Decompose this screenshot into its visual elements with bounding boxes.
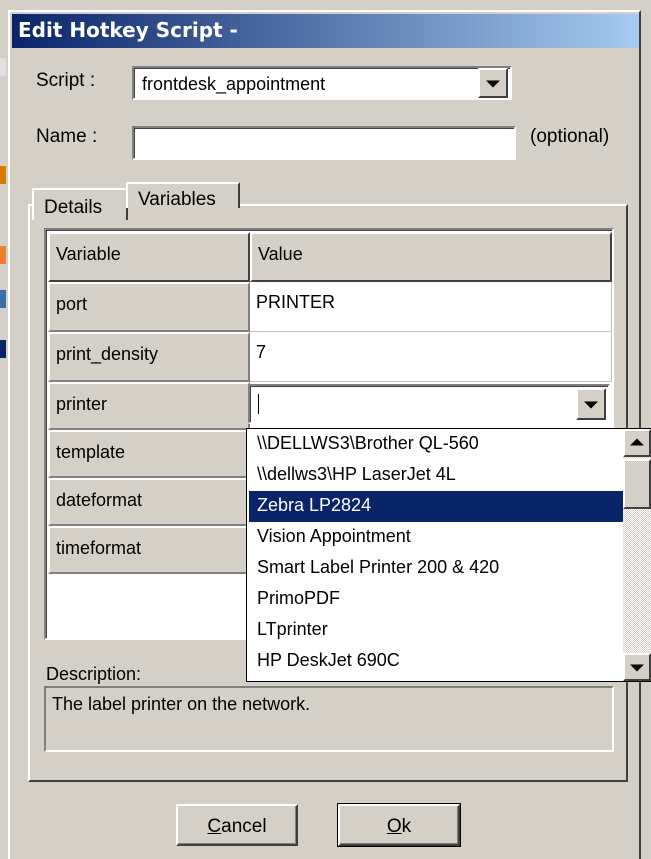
variable-name-port[interactable]: port	[48, 282, 250, 332]
background-window-mark	[0, 246, 6, 264]
variable-value-port[interactable]: PRINTER	[250, 282, 612, 332]
background-window-mark	[0, 340, 6, 358]
script-combobox[interactable]: frontdesk_appointment	[132, 66, 512, 100]
column-header-variable[interactable]: Variable	[48, 232, 250, 282]
printer-option-selected[interactable]: Zebra LP2824	[249, 491, 623, 522]
script-dropdown-button[interactable]	[478, 68, 508, 98]
variable-value-print-density[interactable]: 7	[250, 332, 612, 382]
printer-option[interactable]: Smart Label Printer 200 & 420	[249, 553, 623, 584]
variable-name-print-density[interactable]: print_density	[48, 332, 250, 382]
ok-label: k	[401, 816, 412, 837]
cancel-accelerator: C	[207, 816, 222, 837]
printer-option[interactable]: \\DELLWS3\Brother QL-560	[249, 429, 623, 460]
dropdown-arrow-icon	[584, 401, 598, 409]
script-value: frontdesk_appointment	[142, 74, 326, 94]
printer-option[interactable]: LTprinter	[249, 615, 623, 646]
name-input[interactable]	[132, 126, 516, 160]
scroll-thumb[interactable]	[623, 459, 651, 509]
background-window-mark	[0, 290, 6, 308]
scroll-up-button[interactable]	[623, 429, 651, 457]
text-cursor	[258, 394, 259, 414]
background-window-mark	[0, 166, 6, 184]
printer-option[interactable]: \\dellws3\HP LaserJet 4L	[249, 460, 623, 491]
tab-details[interactable]: Details	[32, 188, 128, 220]
printer-dropdown-list[interactable]: \\DELLWS3\Brother QL-560 \\dellws3\HP La…	[246, 428, 651, 682]
scroll-down-icon	[630, 664, 644, 672]
description-text: The label printer on the network.	[52, 694, 311, 714]
description-box: The label printer on the network.	[44, 686, 614, 752]
printer-option[interactable]: PrimoPDF	[249, 584, 623, 615]
description-label: Description:	[46, 664, 142, 684]
printer-option[interactable]: Vision Appointment	[249, 522, 623, 553]
variable-name-printer[interactable]: printer	[48, 382, 250, 430]
variable-name-dateformat[interactable]: dateformat	[48, 478, 250, 526]
column-header-value[interactable]: Value	[250, 232, 612, 282]
cancel-button[interactable]: Cancel	[176, 804, 298, 846]
variable-name-timeformat[interactable]: timeformat	[48, 526, 250, 574]
tab-variables-label: Variables	[138, 189, 216, 210]
scroll-down-button[interactable]	[623, 653, 651, 681]
tab-details-label: Details	[44, 197, 103, 218]
printer-value-combobox[interactable]	[248, 384, 610, 424]
ok-button[interactable]: Ok	[337, 803, 461, 847]
dialog-title: Edit Hotkey Script -	[18, 18, 238, 42]
tab-variables[interactable]: Variables	[126, 182, 240, 210]
printer-option[interactable]: HP DeskJet 690C	[249, 646, 623, 677]
ok-accelerator: O	[386, 816, 402, 837]
printer-dropdown-button[interactable]	[576, 388, 606, 420]
title-bar[interactable]: Edit Hotkey Script -	[12, 14, 639, 48]
optional-label: (optional)	[530, 126, 610, 147]
variable-name-template[interactable]: template	[48, 430, 250, 478]
name-label: Name :	[36, 126, 98, 147]
scroll-up-icon	[630, 438, 644, 446]
background-window-mark	[0, 58, 6, 76]
dropdown-scrollbar[interactable]	[623, 429, 651, 681]
dropdown-arrow-icon	[486, 80, 500, 88]
cancel-label: ancel	[221, 816, 267, 837]
script-label: Script :	[36, 70, 96, 91]
